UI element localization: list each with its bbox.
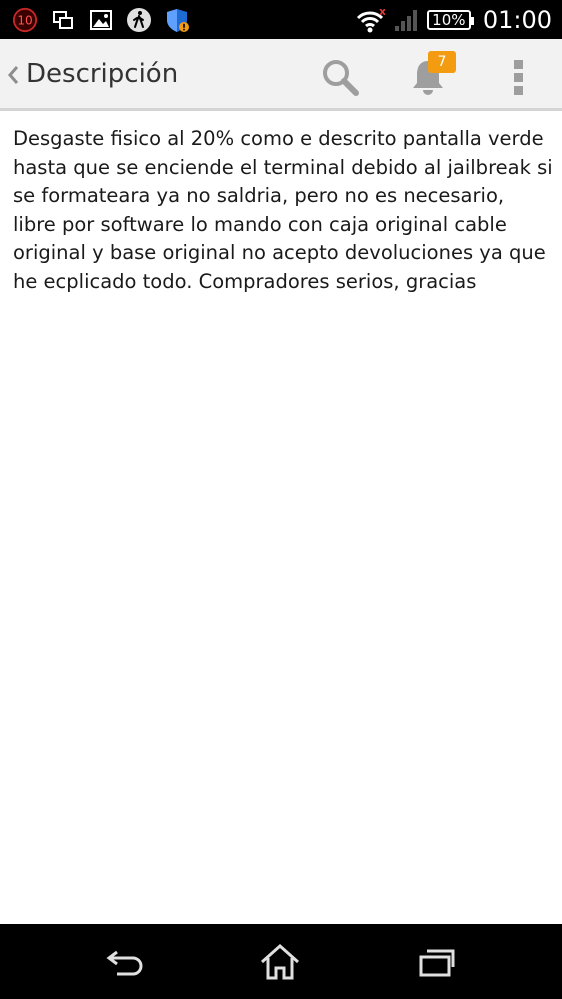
back-arrow-icon	[106, 950, 143, 976]
svg-text:x: x	[379, 6, 385, 18]
description-text: Desgaste fisico al 20% como e descrito p…	[13, 127, 553, 293]
overflow-menu-button[interactable]	[492, 51, 544, 103]
recent-apps-icon	[419, 949, 455, 977]
home-icon	[261, 943, 299, 980]
navigation-bar	[0, 924, 562, 999]
status-bar-system: x 10% 01:00	[355, 4, 552, 36]
image-icon	[88, 7, 114, 33]
search-button[interactable]	[314, 51, 366, 103]
notification-badge[interactable]: 7	[428, 51, 456, 73]
action-bar: Descripción 7	[0, 39, 562, 111]
back-chevron-icon[interactable]	[6, 61, 20, 89]
notification-count: 10	[17, 14, 32, 28]
signal-icon	[393, 7, 419, 33]
page-title[interactable]: Descripción	[26, 59, 178, 89]
wifi-icon: x	[355, 6, 385, 33]
shield-warning-icon	[164, 7, 190, 33]
nav-back-button[interactable]	[95, 938, 155, 986]
walking-person-icon	[126, 7, 152, 33]
battery-percent: 10%	[432, 11, 466, 29]
nav-recent-apps-button[interactable]	[407, 938, 467, 986]
nav-home-button[interactable]	[250, 938, 310, 986]
search-icon	[323, 60, 359, 96]
battery-icon: 10%	[426, 10, 474, 30]
screen-mirror-icon	[50, 7, 76, 33]
status-clock: 01:00	[482, 6, 552, 34]
status-bar: 10 x 10% 01:00	[0, 0, 562, 39]
status-bar-notifications: 10	[12, 6, 190, 34]
overflow-menu-icon	[514, 60, 523, 95]
notification-counter-icon: 10	[12, 7, 38, 33]
